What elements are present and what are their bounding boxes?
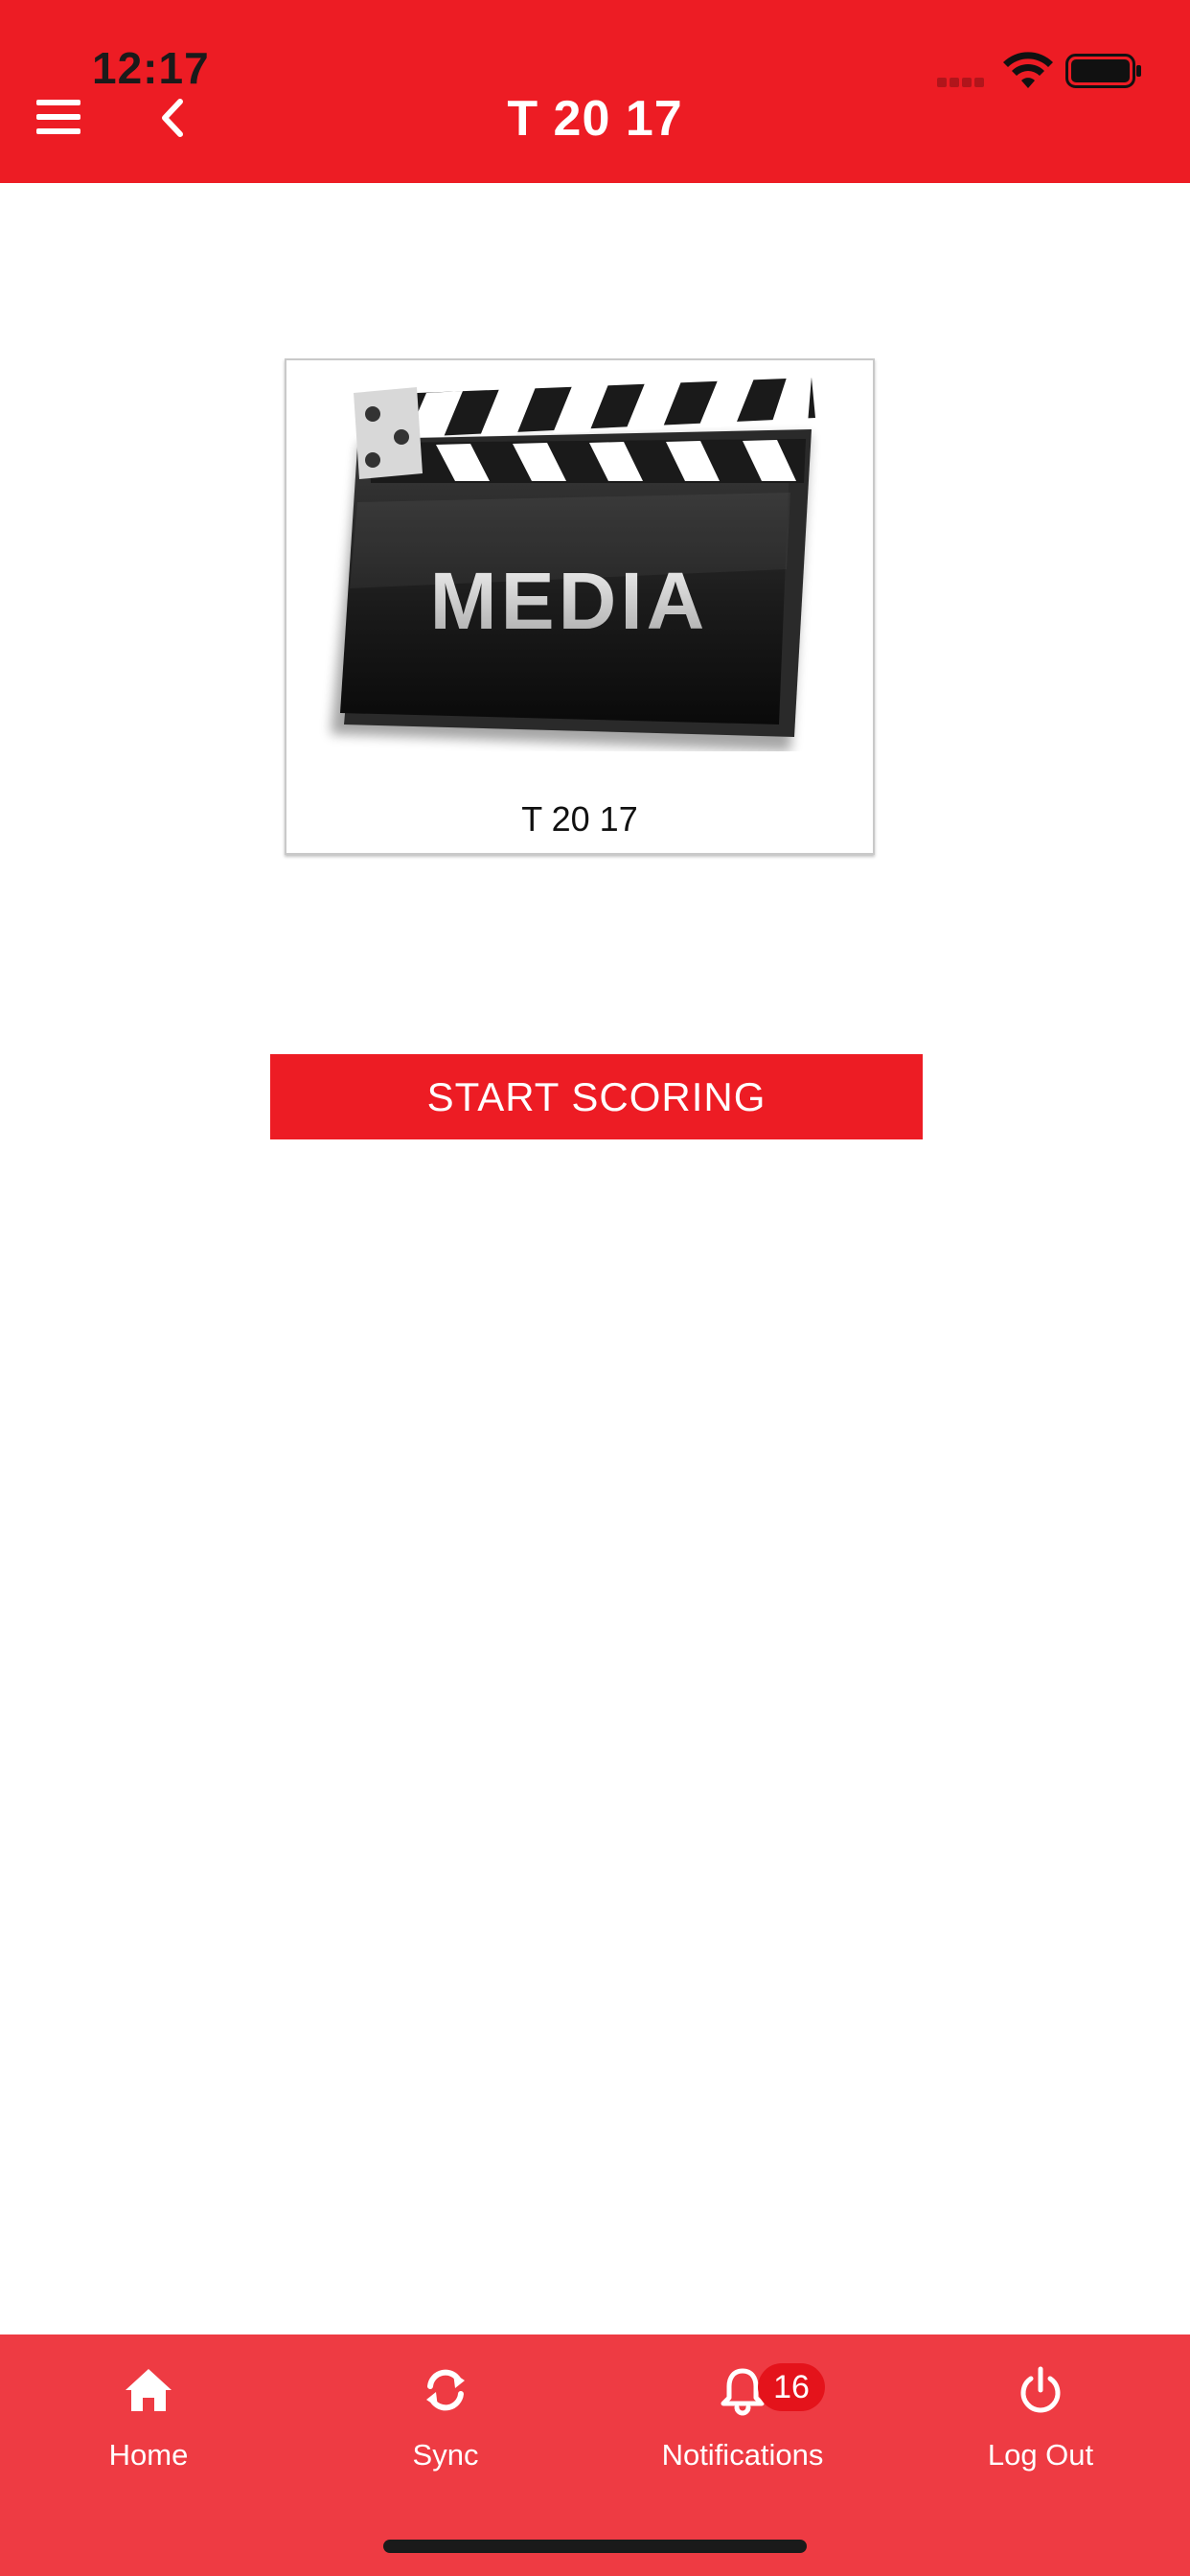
nav-label-notifications: Notifications [661,2438,824,2472]
start-scoring-button[interactable]: START SCORING [270,1054,923,1139]
nav-item-home[interactable]: Home [24,2363,273,2488]
power-icon [1020,2366,1061,2413]
media-caption: T 20 17 [521,799,638,839]
battery-icon [1065,54,1141,88]
media-tile[interactable]: MEDIA T 20 17 [285,358,875,855]
home-indicator [383,2540,807,2553]
nav-label-home: Home [108,2438,189,2472]
nav-item-sync[interactable]: Sync [321,2363,570,2488]
home-icon [126,2369,172,2411]
notification-count-badge: 16 [758,2363,825,2411]
wifi-icon [1003,52,1053,88]
status-time: 12:17 [92,43,210,93]
nav-label-sync: Sync [412,2438,479,2472]
nav-item-logout[interactable]: Log Out [916,2363,1165,2488]
page-title: T 20 17 [507,91,683,147]
header-bar: 12:17 T 20 17 [0,0,1190,183]
nav-item-notifications[interactable]: Notifications 16 [618,2363,867,2488]
nav-label-logout: Log Out [987,2438,1094,2472]
clapperboard-image: MEDIA [331,377,815,751]
cellular-signal-icon [937,75,991,87]
sync-icon [426,2369,465,2411]
media-image-text: MEDIA [430,556,709,646]
bottom-navigation: Home Sync Notifications 16 Log Out [0,2334,1190,2576]
